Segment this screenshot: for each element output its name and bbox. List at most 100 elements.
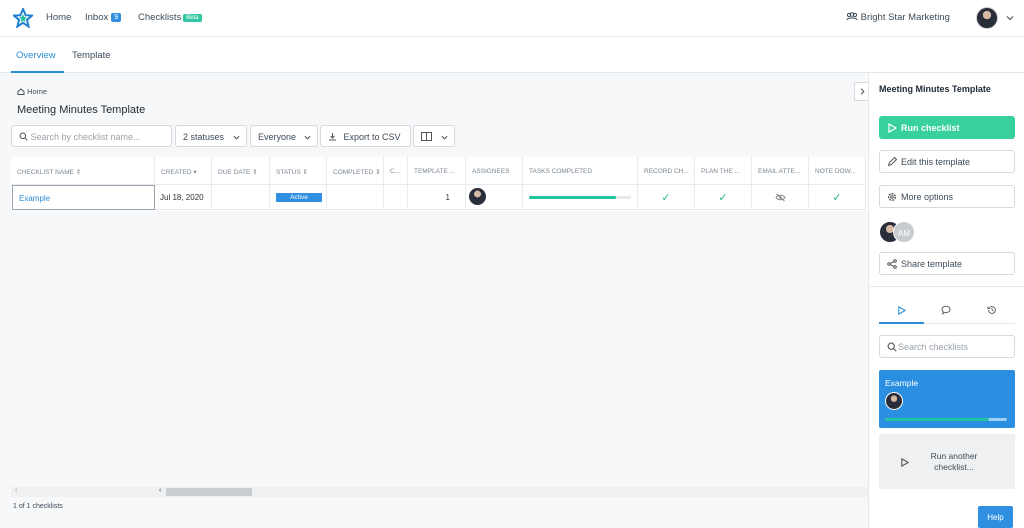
template-count-cell: 1 [408, 185, 466, 210]
progress-fill [529, 196, 616, 199]
share-template-button[interactable]: Share template [879, 252, 1015, 275]
run-another-label: Run another checklist... [930, 451, 978, 472]
more-options-button[interactable]: More options [879, 185, 1015, 208]
edit-template-label: Edit this template [901, 157, 971, 167]
scroll-left-icon[interactable]: ‹ [15, 487, 17, 494]
column-header-due-date[interactable]: DUE DATE ⇕ [212, 157, 270, 185]
run-another-checklist-button[interactable]: Run another checklist... [879, 434, 1015, 489]
main-content: Home Meeting Minutes Template Search by … [0, 73, 868, 528]
eye-slash-icon [775, 193, 786, 202]
column-header-template[interactable]: TEMPLATE ... [408, 157, 466, 185]
check-icon[interactable]: ✓ [695, 185, 752, 210]
tab-template[interactable]: Template [72, 50, 111, 61]
status-filter-dropdown[interactable]: 2 statuses [175, 125, 247, 147]
chevron-right-icon [860, 88, 865, 95]
search-icon [887, 342, 897, 352]
checklist-count: 1 of 1 checklists [13, 503, 63, 510]
card-progress-track [885, 418, 1007, 421]
column-header-plan[interactable]: PLAN THE ... [695, 157, 752, 185]
more-options-label: More options [901, 192, 954, 202]
column-header-note[interactable]: NOTE DOW... [809, 157, 866, 185]
users-icon [846, 12, 858, 21]
chevron-down-icon [441, 135, 448, 140]
organization-switcher[interactable]: Bright Star Marketing [846, 12, 950, 23]
column-header-checklist-name[interactable]: CHECKLIST NAME ⇕ [11, 157, 155, 185]
divider [869, 286, 1024, 287]
status-badge[interactable]: Active [276, 193, 322, 202]
user-avatar[interactable] [976, 7, 998, 29]
due-date-cell[interactable] [212, 185, 270, 210]
help-button[interactable]: Help [978, 506, 1013, 528]
nav-inbox[interactable]: Inbox 9 [85, 12, 122, 23]
column-header-completed[interactable]: COMPLETED ⇕ [327, 157, 384, 185]
export-csv-button[interactable]: Export to CSV [320, 125, 411, 147]
nav-inbox-label: Inbox [85, 12, 109, 23]
check-icon[interactable]: ✓ [809, 185, 866, 210]
search-icon [19, 132, 28, 141]
completed-cell [327, 185, 384, 210]
edit-template-button[interactable]: Edit this template [879, 150, 1015, 173]
chevron-down-icon [304, 135, 311, 140]
scrollbar-thumb[interactable] [166, 488, 252, 496]
horizontal-scrollbar[interactable]: ‹ ‹ [11, 487, 868, 497]
top-nav-bar: Home Inbox 9 Checklists Beta Bright Star M… [0, 0, 1024, 37]
member-avatar-initials[interactable]: AM [893, 221, 915, 243]
comment-icon [941, 305, 951, 315]
column-header-email[interactable]: EMAIL ATTE... [752, 157, 809, 185]
pencil-icon [887, 157, 897, 167]
checklist-card-avatar [885, 392, 903, 410]
nav-checklists[interactable]: Checklists Beta [138, 12, 202, 23]
column-header-assignees[interactable]: ASSIGNEES [466, 157, 523, 185]
nav-checklists-label: Checklists [138, 12, 182, 23]
email-cell[interactable] [752, 185, 809, 210]
check-icon[interactable]: ✓ [638, 185, 695, 210]
column-header-tasks-completed[interactable]: TASKS COMPLETED [523, 157, 638, 185]
chevron-down-icon [233, 135, 240, 140]
page-title: Meeting Minutes Template [17, 104, 146, 116]
collapse-sidebar-button[interactable] [854, 82, 869, 101]
download-icon [329, 133, 336, 141]
gear-icon [888, 193, 896, 201]
columns-toggle-button[interactable] [413, 125, 455, 147]
checklist-search-input[interactable]: Search by checklist name... [11, 125, 172, 147]
right-sidebar: Meeting Minutes Template Run checklist E… [868, 73, 1024, 528]
play-icon [888, 123, 897, 133]
home-icon [17, 88, 25, 95]
tab-active-checklists[interactable] [879, 300, 924, 324]
tasks-completed-cell [523, 185, 638, 210]
share-icon [887, 259, 897, 269]
assignee-avatar[interactable] [469, 188, 486, 205]
organization-name: Bright Star Marketing [860, 12, 950, 23]
play-icon [901, 458, 909, 467]
beta-badge: Beta [183, 14, 202, 22]
breadcrumb[interactable]: Home [17, 87, 47, 96]
tab-overview[interactable]: Overview [16, 50, 56, 61]
chevron-down-icon[interactable] [1005, 13, 1015, 23]
assignee-filter-dropdown[interactable]: Everyone [250, 125, 318, 147]
share-template-label: Share template [901, 259, 963, 269]
history-icon [987, 306, 996, 314]
star-logo-icon[interactable] [13, 8, 33, 28]
status-filter-label: 2 statuses [183, 132, 225, 142]
run-checklist-label: Run checklist [901, 123, 960, 133]
assignee-filter-label: Everyone [258, 132, 297, 142]
sidebar-search-input[interactable]: Search checklists [879, 335, 1015, 358]
columns-icon [421, 132, 432, 141]
assignees-cell [466, 185, 523, 210]
checklist-name-link[interactable]: Example [12, 185, 155, 210]
column-header-status[interactable]: STATUS ⇕ [270, 157, 327, 185]
tab-comments[interactable] [924, 300, 969, 324]
created-cell: Jul 18, 2020 [155, 185, 212, 210]
status-cell: Active [270, 185, 327, 210]
scroll-left-icon[interactable]: ‹ [159, 487, 161, 494]
run-checklist-button[interactable]: Run checklist [879, 116, 1015, 139]
column-header-c[interactable]: C... [384, 157, 408, 185]
tab-history[interactable] [969, 300, 1015, 324]
play-icon [898, 306, 906, 315]
column-header-created[interactable]: CREATED ▾ [155, 157, 212, 185]
checklist-card[interactable]: Example [879, 370, 1015, 428]
column-header-record[interactable]: RECORD CH... [638, 157, 695, 185]
breadcrumb-home[interactable]: Home [27, 87, 47, 96]
nav-home[interactable]: Home [46, 12, 71, 23]
page-tabs: Overview Template [0, 37, 1024, 73]
